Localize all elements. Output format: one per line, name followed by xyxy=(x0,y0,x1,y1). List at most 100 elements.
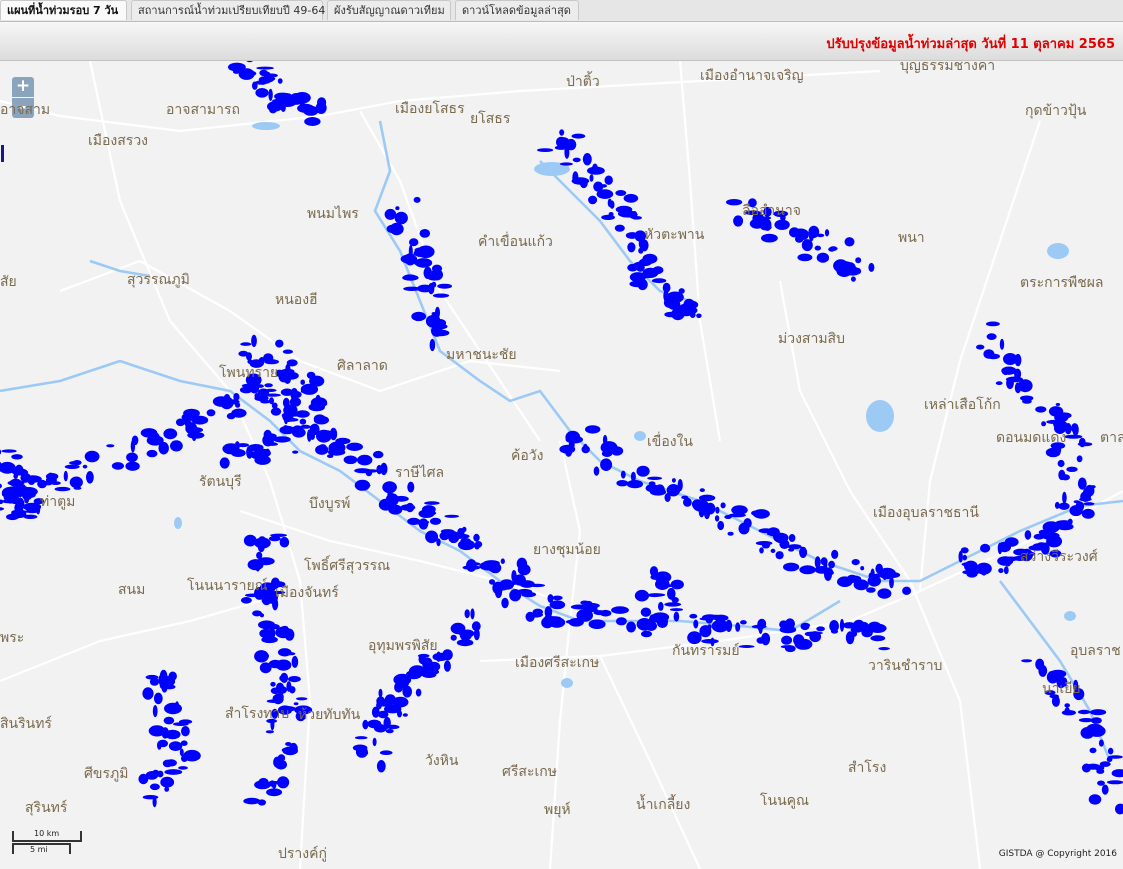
flood-patch xyxy=(783,562,800,572)
flood-patch xyxy=(178,766,188,770)
flood-patch xyxy=(268,659,283,669)
flood-patch xyxy=(265,388,277,392)
zoom-in-button[interactable]: + xyxy=(12,77,34,97)
flood-patch xyxy=(999,338,1005,350)
place-label: กุดข้าวปุ้น xyxy=(1025,103,1087,119)
flood-patch xyxy=(82,464,88,469)
flood-patch xyxy=(1064,703,1070,708)
flood-patch xyxy=(26,495,32,500)
lake xyxy=(174,517,182,529)
place-label: ห้วยทับทัน xyxy=(298,707,361,723)
flood-patch xyxy=(640,630,653,638)
flood-patch xyxy=(784,645,796,653)
flood-patch xyxy=(1101,784,1109,795)
flood-patch xyxy=(251,334,257,347)
tab-satellite-station[interactable]: ผังรับสัญญาณดาวเทียม xyxy=(327,0,451,20)
place-label: อาจสาม xyxy=(0,102,51,118)
road xyxy=(599,655,701,869)
flood-patch xyxy=(835,268,842,273)
flood-patch xyxy=(256,551,263,559)
flood-patch xyxy=(443,660,451,672)
update-banner: ปรับปรุงข้อมูลน้ำท่วมล่าสุด วันที่ 11 ตุ… xyxy=(0,22,1123,61)
flood-patch xyxy=(1048,406,1064,417)
flood-patch xyxy=(715,506,720,514)
flood-patch xyxy=(824,229,830,237)
flood-patch xyxy=(153,692,163,705)
place-label: สัย xyxy=(0,274,17,290)
place-label: หัวตะพาน xyxy=(644,227,705,243)
flood-patch xyxy=(288,413,300,417)
flood-patch xyxy=(158,441,169,455)
flood-patch xyxy=(885,572,901,578)
flood-patch xyxy=(255,88,269,98)
flood-patch xyxy=(683,298,695,311)
road xyxy=(0,599,261,683)
flood-patch xyxy=(266,788,283,797)
flood-patch xyxy=(962,554,967,561)
tab-flood-compare[interactable]: สถานการณ์น้ำท่วมเปรียบเทียบปี 49-64 xyxy=(131,0,325,20)
flood-patch xyxy=(714,515,720,522)
flood-patch xyxy=(532,608,544,616)
flood-patch xyxy=(365,469,373,477)
place-label: พนมไพร xyxy=(307,206,359,222)
place-label: อุบลราช xyxy=(1070,643,1121,659)
flood-patch xyxy=(559,129,565,136)
flood-patch xyxy=(159,669,168,682)
flood-patch xyxy=(160,776,175,788)
flood-patch xyxy=(516,557,528,570)
flood-patch xyxy=(779,539,790,549)
flood-patch xyxy=(580,600,590,605)
place-label: ศีขรภูมิ xyxy=(84,766,129,782)
flood-patch xyxy=(417,245,435,259)
flood-patch xyxy=(1004,537,1019,547)
flood-patch xyxy=(565,138,577,151)
flood-patch xyxy=(152,796,157,808)
flood-patch xyxy=(432,329,450,337)
flood-patch xyxy=(565,446,573,457)
flood-patch xyxy=(402,713,408,717)
flood-patch xyxy=(593,466,600,476)
flood-patch xyxy=(1021,659,1033,663)
flood-patch xyxy=(168,741,183,751)
flood-patch xyxy=(183,408,200,418)
flood-patch xyxy=(788,548,795,552)
flood-patch xyxy=(642,618,648,623)
flood-map[interactable]: + - บุญธรรมช่างค่า ป่าติ้ว เมืองอำนาจเจริญ… xyxy=(0,61,1123,869)
flood-patch xyxy=(270,681,276,687)
place-label: อุทุมพรพิสัย xyxy=(368,638,438,654)
flood-patch xyxy=(961,562,977,567)
flood-patch xyxy=(851,559,860,566)
flood-patch xyxy=(425,510,437,516)
flood-patch xyxy=(627,242,636,253)
flood-patch xyxy=(106,444,115,448)
flood-patch xyxy=(878,647,890,651)
flood-patch xyxy=(259,613,265,618)
flood-patch xyxy=(637,278,648,291)
flood-patch xyxy=(528,583,546,588)
flood-patch xyxy=(69,476,83,489)
flood-patch xyxy=(327,448,346,456)
road xyxy=(678,61,722,442)
tab-flood-7days[interactable]: แผนที่น้ำท่วมรอบ 7 วัน xyxy=(0,0,127,20)
flood-patch xyxy=(23,514,38,519)
flood-patch xyxy=(320,433,329,442)
flood-patch xyxy=(125,461,140,471)
flood-patch xyxy=(417,284,433,293)
flood-patch xyxy=(828,560,835,569)
flood-patch xyxy=(983,349,995,359)
flood-patch xyxy=(425,530,439,544)
flood-patch xyxy=(86,471,94,484)
flood-patch xyxy=(1058,502,1070,510)
flood-patch xyxy=(1077,709,1091,715)
flood-patch xyxy=(320,402,328,406)
flood-patch xyxy=(554,145,568,150)
flood-patch xyxy=(289,742,298,755)
flood-patch xyxy=(759,547,764,554)
scale-km-label: 10 km xyxy=(34,829,60,838)
place-label: ปรางค์กู่ xyxy=(278,846,327,862)
flood-patch xyxy=(1050,521,1058,530)
place-label: อาจสามารถ xyxy=(166,102,240,118)
tab-download-data[interactable]: ดาวน์โหลดข้อมูลล่าสุด xyxy=(455,0,579,20)
flood-patch xyxy=(501,597,509,609)
flood-patch xyxy=(419,229,431,238)
